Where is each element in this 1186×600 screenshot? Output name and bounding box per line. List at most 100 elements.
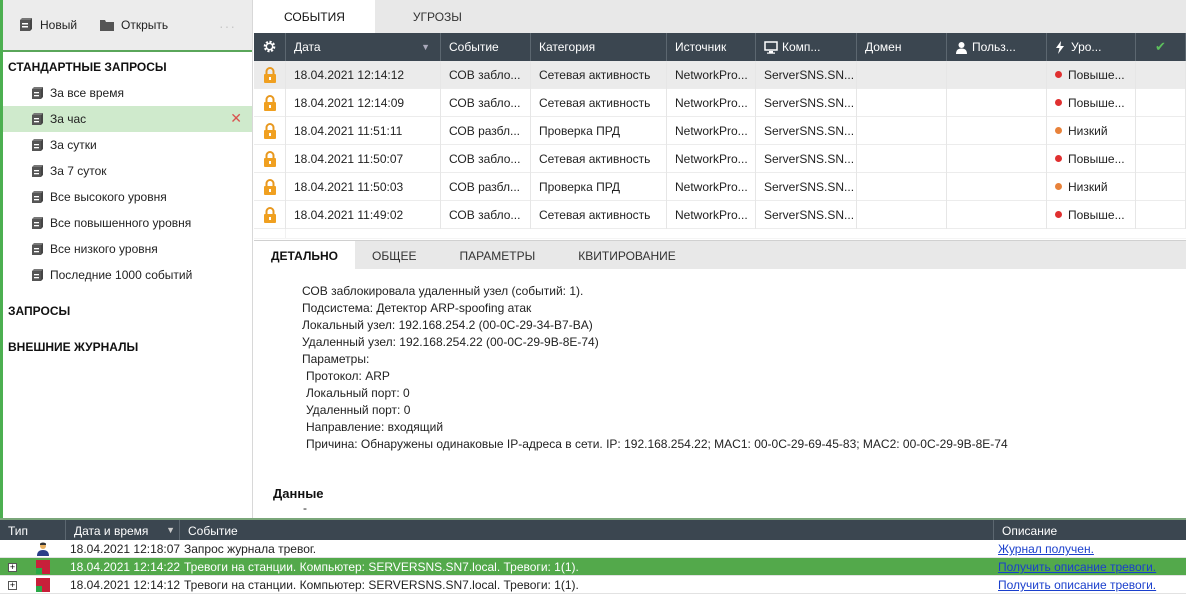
query-item[interactable]: Все повышенного уровня bbox=[0, 210, 252, 236]
checkmark-icon: ✔ bbox=[1155, 39, 1166, 54]
table-row[interactable]: 18.04.2021 12:14:12 СОВ забло... Сетевая а… bbox=[254, 61, 1186, 89]
tab-acknowledgement[interactable]: КВИТИРОВАНИЕ bbox=[561, 241, 693, 270]
log-description-link[interactable]: Получить описание тревоги. bbox=[998, 560, 1156, 574]
cell-event: СОВ забло... bbox=[441, 201, 531, 229]
log-description-link[interactable]: Журнал получен. bbox=[998, 542, 1094, 556]
query-item-label: За все время bbox=[50, 86, 124, 100]
tab-parameters[interactable]: ПАРАМЕТРЫ bbox=[433, 241, 561, 270]
log-description-link[interactable]: Получить описание тревоги. bbox=[998, 578, 1156, 592]
section-standard-queries[interactable]: СТАНДАРТНЫЕ ЗАПРОСЫ bbox=[0, 54, 252, 80]
cell-domain bbox=[857, 117, 947, 145]
open-button[interactable]: Открыть bbox=[99, 17, 168, 33]
col-domain[interactable]: Домен bbox=[857, 33, 947, 61]
query-stack-icon bbox=[32, 87, 43, 99]
cell-category: Сетевая активность bbox=[531, 89, 667, 117]
grid-settings-button[interactable] bbox=[254, 33, 286, 61]
query-item-label: За 7 суток bbox=[50, 164, 107, 178]
expand-icon[interactable]: + bbox=[8, 563, 17, 572]
cell-comp: ServerSNS.SN... bbox=[756, 145, 857, 173]
table-row[interactable]: 18.04.2021 11:50:07 СОВ забло... Сетевая а… bbox=[254, 145, 1186, 173]
tab-events[interactable]: СОБЫТИЯ bbox=[254, 0, 375, 33]
table-row[interactable]: 18.04.2021 11:51:11 СОВ разбл... Проверка … bbox=[254, 117, 1186, 145]
tab-detailed[interactable]: ДЕТАЛЬНО bbox=[254, 241, 355, 270]
expand-icon[interactable]: + bbox=[8, 581, 17, 590]
query-item-label: Последние 1000 событий bbox=[50, 268, 193, 282]
cell-event: СОВ забло... bbox=[441, 89, 531, 117]
level-label: Повыше... bbox=[1068, 68, 1125, 82]
col-ack[interactable]: ✔ bbox=[1136, 33, 1186, 61]
query-item-label: За сутки bbox=[50, 138, 97, 152]
col-level[interactable]: Уро... bbox=[1047, 33, 1136, 61]
col-category[interactable]: Категория bbox=[531, 33, 667, 61]
folder-icon bbox=[100, 20, 115, 31]
level-label: Низкий bbox=[1068, 124, 1108, 138]
cell-source: NetworkPro... bbox=[667, 89, 756, 117]
cell-domain bbox=[857, 201, 947, 229]
query-item[interactable]: Все низкого уровня bbox=[0, 236, 252, 262]
cell-source: NetworkPro... bbox=[667, 201, 756, 229]
query-item[interactable]: За час ✕ bbox=[0, 106, 252, 132]
query-item[interactable]: За 7 суток bbox=[0, 158, 252, 184]
section-external-logs[interactable]: ВНЕШНИЕ ЖУРНАЛЫ bbox=[0, 334, 252, 360]
query-item[interactable]: За сутки bbox=[0, 132, 252, 158]
cell-user bbox=[947, 89, 1047, 117]
query-stack-icon bbox=[32, 113, 43, 125]
level-dot-icon bbox=[1055, 127, 1062, 134]
more-options-icon[interactable]: ··· bbox=[219, 18, 236, 34]
table-row[interactable]: 18.04.2021 11:50:03 СОВ разбл... Проверка … bbox=[254, 173, 1186, 201]
col-event[interactable]: Событие bbox=[441, 33, 531, 61]
col-date-label: Дата bbox=[294, 40, 321, 54]
cell-event: СОВ разбл... bbox=[441, 117, 531, 145]
cell-event: СОВ забло... bbox=[441, 61, 531, 89]
new-button[interactable]: Новый bbox=[18, 17, 77, 33]
col-source[interactable]: Источник bbox=[667, 33, 756, 61]
log-col-time[interactable]: Дата и время ▼ bbox=[66, 520, 180, 540]
data-value: - bbox=[303, 501, 307, 515]
query-item[interactable]: Все высокого уровня bbox=[0, 184, 252, 210]
row-lock-cell bbox=[254, 173, 286, 201]
cell-level: Повыше... bbox=[1047, 201, 1136, 229]
cell-user bbox=[947, 117, 1047, 145]
close-icon[interactable]: ✕ bbox=[230, 111, 242, 125]
log-col-description[interactable]: Описание bbox=[994, 520, 1186, 540]
col-domain-label: Домен bbox=[865, 40, 902, 54]
table-row-partial[interactable] bbox=[254, 229, 1186, 239]
log-col-event[interactable]: Событие bbox=[180, 520, 994, 540]
tab-threats[interactable]: УГРОЗЫ bbox=[375, 0, 500, 33]
log-row[interactable]: 18.04.2021 12:18:07 Запрос журнала тревог… bbox=[0, 540, 1186, 558]
cell-level: Повыше... bbox=[1047, 89, 1136, 117]
table-row[interactable]: 18.04.2021 11:49:02 СОВ забло... Сетевая а… bbox=[254, 201, 1186, 229]
query-item-label: Все низкого уровня bbox=[50, 242, 158, 256]
col-user[interactable]: Польз... bbox=[947, 33, 1047, 61]
cell-category: Проверка ПРД bbox=[531, 173, 667, 201]
cell-domain bbox=[857, 61, 947, 89]
section-queries[interactable]: ЗАПРОСЫ bbox=[0, 298, 252, 324]
level-label: Повыше... bbox=[1068, 152, 1125, 166]
cell-ack bbox=[1136, 173, 1186, 201]
log-col-type[interactable]: Тип bbox=[0, 520, 66, 540]
col-level-label: Уро... bbox=[1071, 40, 1102, 54]
detail-line-direction: Направление: входящий bbox=[306, 420, 444, 434]
query-item-label: Все высокого уровня bbox=[50, 190, 167, 204]
tab-general[interactable]: ОБЩЕЕ bbox=[355, 241, 433, 270]
cell-ack bbox=[1136, 117, 1186, 145]
table-row[interactable]: 18.04.2021 12:14:09 СОВ забло... Сетевая а… bbox=[254, 89, 1186, 117]
log-row[interactable]: +18.04.2021 12:14:12 Тревоги на станции. … bbox=[0, 576, 1186, 594]
grid-header: Дата ▼ Событие Категория Источник Комп..… bbox=[254, 33, 1186, 61]
row-lock-cell bbox=[254, 89, 286, 117]
query-stack-icon bbox=[32, 139, 43, 151]
query-item[interactable]: За все время bbox=[0, 80, 252, 106]
cell-comp: ServerSNS.SN... bbox=[756, 61, 857, 89]
cell-level: Низкий bbox=[1047, 117, 1136, 145]
detail-line-protocol: Протокол: ARP bbox=[306, 369, 390, 383]
col-date[interactable]: Дата ▼ bbox=[286, 33, 441, 61]
col-computer-label: Комп... bbox=[782, 40, 821, 54]
level-dot-icon bbox=[1055, 211, 1062, 218]
log-row[interactable]: +18.04.2021 12:14:22 Тревоги на станции. … bbox=[0, 558, 1186, 576]
log-description-cell: Получить описание тревоги. bbox=[994, 558, 1186, 576]
log-type-cell bbox=[0, 540, 66, 558]
query-item[interactable]: Последние 1000 событий bbox=[0, 262, 252, 288]
col-computer[interactable]: Комп... bbox=[756, 33, 857, 61]
left-toolbar: Новый Открыть ··· bbox=[0, 0, 252, 52]
new-button-label: Новый bbox=[40, 18, 78, 32]
